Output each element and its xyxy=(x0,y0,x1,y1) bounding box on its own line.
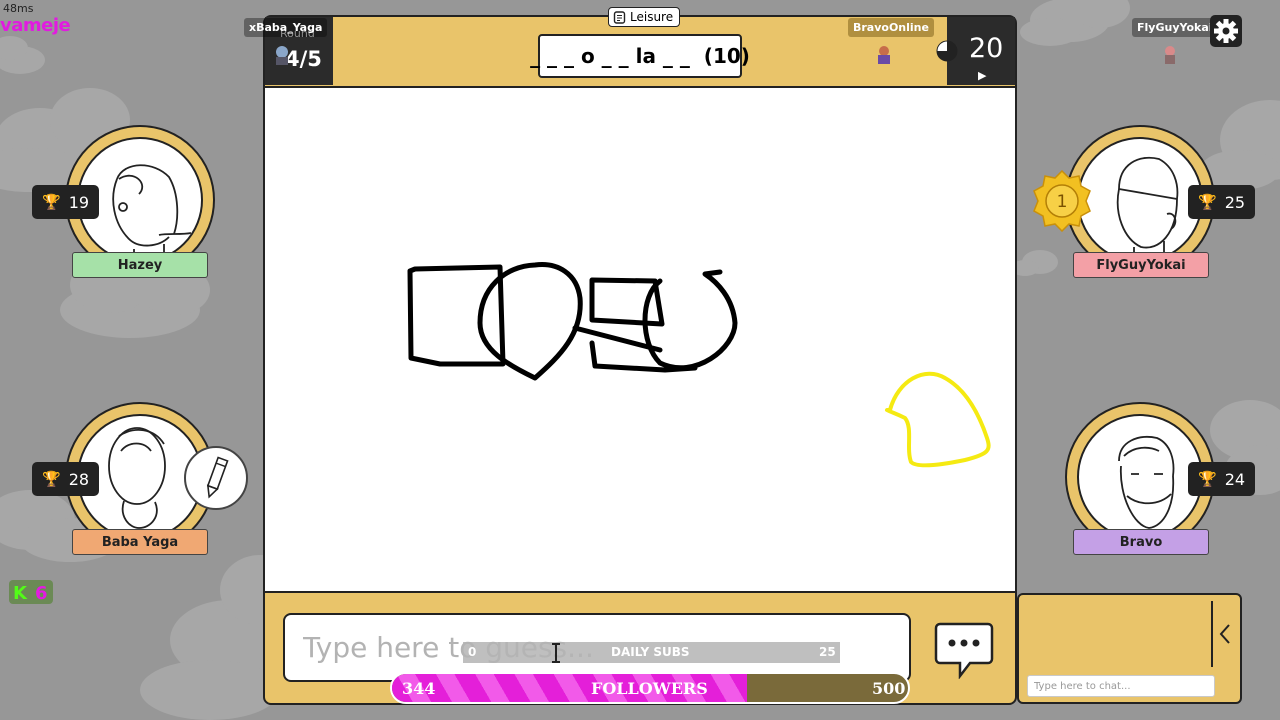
subs-label: DAILY SUBS xyxy=(611,645,690,659)
yellow-drawing xyxy=(885,371,991,468)
settings-button[interactable] xyxy=(1210,15,1242,47)
trophy-icon: 🏆 xyxy=(1198,470,1217,488)
name-tag-hazey: Hazey xyxy=(72,252,208,278)
drawing-indicator xyxy=(184,446,248,510)
kick-logo-icon: K6 xyxy=(13,583,48,604)
black-drawing xyxy=(407,262,738,381)
document-icon xyxy=(613,10,626,24)
trophy-icon: 🏆 xyxy=(1198,193,1217,211)
svg-text:1: 1 xyxy=(1057,192,1068,212)
trophy-icon: 🏆 xyxy=(42,470,61,488)
category-badge: Leisure xyxy=(608,7,681,27)
subs-goal: 25 xyxy=(819,645,836,659)
chat-collapse-toggle[interactable] xyxy=(1211,601,1237,667)
svg-text:6: 6 xyxy=(35,583,48,604)
avatar xyxy=(1077,137,1203,263)
gear-icon xyxy=(1214,19,1238,43)
drawing-canvas[interactable] xyxy=(265,86,1015,593)
chevron-left-icon xyxy=(1219,624,1230,644)
avatar xyxy=(1077,414,1203,540)
timer: 20 ▶ xyxy=(936,17,1015,85)
subs-current: 0 xyxy=(468,645,477,659)
timer-clock-icon xyxy=(936,40,958,62)
trophy-icon: 🏆 xyxy=(42,193,61,211)
word-hint: _ _ _ o _ _ la _ _ (10) xyxy=(530,34,750,78)
name-tag-bravo: Bravo xyxy=(1073,529,1209,555)
play-icon[interactable]: ▶ xyxy=(978,69,986,82)
name-tag-flyguyyokai: FlyGuyYokai xyxy=(1073,252,1209,278)
kick-logo: K6 xyxy=(9,580,53,604)
category-label: Leisure xyxy=(630,10,674,24)
score-bravo: 🏆 24 xyxy=(1188,462,1256,496)
followers-current: 344 xyxy=(402,679,436,698)
followers-label: FOLLOWERS xyxy=(591,679,708,698)
drawer-name: BravoOnline xyxy=(848,18,934,37)
pencil-icon xyxy=(206,456,229,499)
followers-bar: 344 FOLLOWERS 500 xyxy=(390,672,910,704)
streamer-name: vameje xyxy=(0,15,71,36)
chat-input[interactable] xyxy=(1027,675,1215,697)
chat-bubble-icon[interactable] xyxy=(934,621,994,679)
name-tag-baba-yaga: Baba Yaga xyxy=(72,529,208,555)
local-player-avatar-icon xyxy=(1165,46,1175,64)
local-player-name: FlyGuyYokai xyxy=(1132,18,1218,37)
latency-readout: 48ms xyxy=(3,2,34,15)
score-hazey: 🏆 19 xyxy=(32,185,100,219)
timer-value: 20 xyxy=(969,33,1004,64)
score-flyguyyokai: 🏆 25 xyxy=(1188,185,1256,219)
text-cursor-icon xyxy=(552,643,560,663)
viewer-avatar-icon xyxy=(276,46,288,65)
svg-text:K: K xyxy=(13,583,28,604)
rank-medal-icon: 1 xyxy=(1033,170,1091,232)
followers-goal: 500 xyxy=(872,679,906,698)
score-baba-yaga: 🏆 28 xyxy=(32,462,100,496)
daily-subs-bar: 0 DAILY SUBS 25 xyxy=(463,642,840,663)
chat-panel xyxy=(1017,593,1242,704)
viewer-name-left: xBaba_Yaga xyxy=(244,18,328,37)
canvas-drawing xyxy=(407,262,991,468)
drawer-avatar-icon xyxy=(878,46,890,64)
